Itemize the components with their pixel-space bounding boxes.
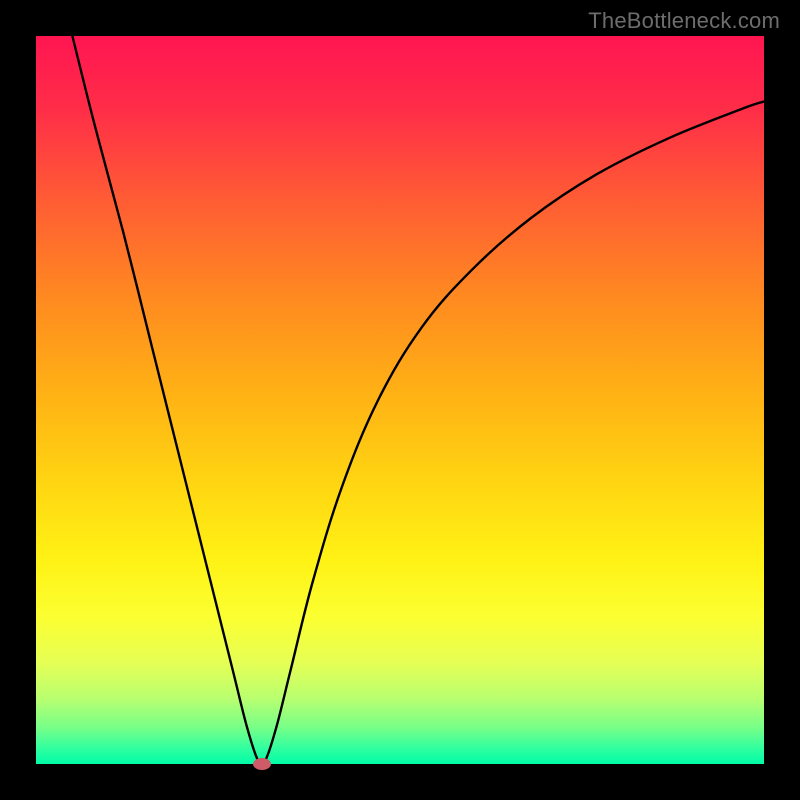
optimum-marker (253, 758, 271, 770)
chart-frame: TheBottleneck.com (0, 0, 800, 800)
bottleneck-curve (36, 36, 764, 764)
plot-area (36, 36, 764, 764)
watermark-text: TheBottleneck.com (588, 8, 780, 34)
